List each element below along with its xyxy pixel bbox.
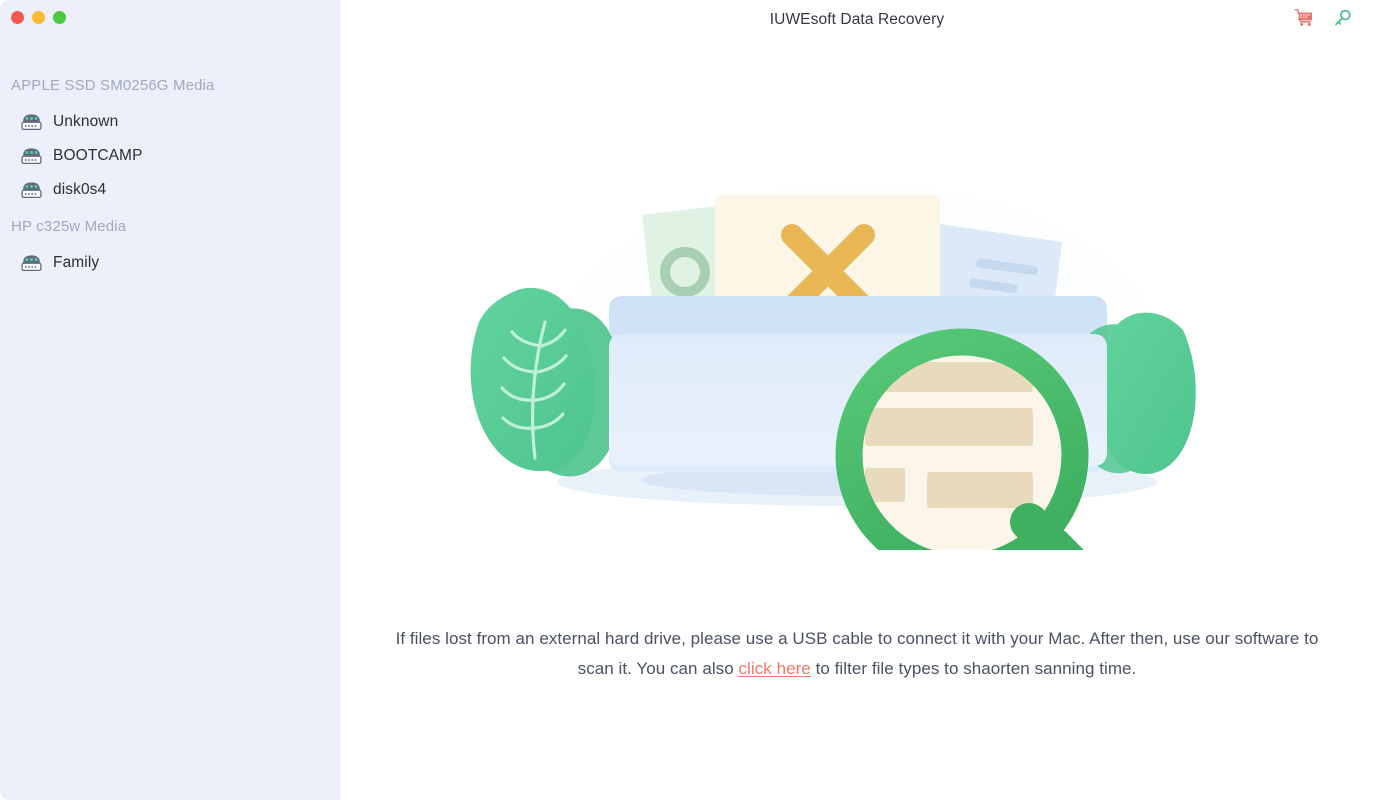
sidebar-item-unknown[interactable]: Unknown (0, 105, 339, 139)
drive-group-heading: HP c325w Media (11, 218, 127, 235)
minimize-window-button[interactable] (32, 11, 45, 24)
illustration-container (340, 150, 1374, 550)
drive-icon (20, 146, 43, 166)
drive-icon (20, 253, 43, 273)
main-content: IUWEsoft Data Recovery If files lost fro… (340, 0, 1374, 800)
sidebar-item-disk0s4[interactable]: disk0s4 (0, 173, 339, 207)
close-window-button[interactable] (11, 11, 24, 24)
app-window: APPLE SSD SM0256G Media Unknown BOOTCAMP… (0, 0, 1374, 800)
sidebar-item-bootcamp[interactable]: BOOTCAMP (0, 139, 339, 173)
register-key-button[interactable] (1332, 8, 1354, 30)
maximize-window-button[interactable] (53, 11, 66, 24)
sidebar-item-label: Unknown (53, 113, 119, 130)
window-controls (11, 11, 66, 24)
folder-search-illustration (470, 150, 1217, 550)
cart-button[interactable] (1293, 8, 1315, 30)
cart-icon (1294, 8, 1314, 31)
key-icon (1333, 8, 1353, 31)
page-title: IUWEsoft Data Recovery (769, 11, 945, 28)
sidebar-item-label: disk0s4 (53, 181, 107, 198)
hint-text: If files lost from an external hard driv… (392, 624, 1322, 684)
click-here-link[interactable]: click here (739, 659, 811, 678)
sidebar-item-label: Family (53, 254, 100, 271)
drive-list: APPLE SSD SM0256G Media Unknown BOOTCAMP… (0, 66, 339, 280)
titlebar-actions (1293, 8, 1354, 30)
drive-group-heading: APPLE SSD SM0256G Media (11, 77, 215, 94)
drive-icon (20, 112, 43, 132)
sidebar-item-family[interactable]: Family (0, 246, 339, 280)
sidebar: APPLE SSD SM0256G Media Unknown BOOTCAMP… (0, 0, 340, 800)
sidebar-item-label: BOOTCAMP (53, 147, 143, 164)
titlebar: IUWEsoft Data Recovery (340, 0, 1374, 40)
hint-text-after: to filter file types to shaorten sanning… (810, 659, 1137, 678)
drive-icon (20, 180, 43, 200)
